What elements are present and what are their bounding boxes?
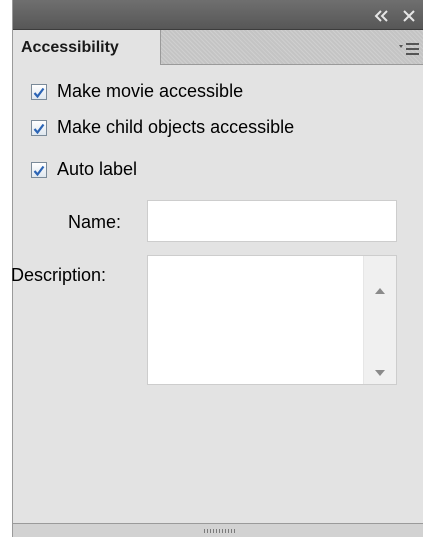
auto-label-label: Auto label — [57, 159, 138, 179]
panel-bottom-bar — [13, 523, 423, 537]
tab-accessibility[interactable]: Accessibility — [13, 30, 161, 65]
panel-menu-icon[interactable] — [398, 41, 420, 55]
description-scrollbar[interactable] — [363, 256, 396, 384]
panel-titlebar[interactable] — [13, 0, 423, 30]
panel-tabstrip: Accessibility — [13, 30, 423, 65]
check-mark-icon — [33, 87, 45, 99]
checkbox[interactable] — [31, 84, 47, 100]
check-mark-icon — [33, 165, 45, 177]
description-textarea[interactable] — [148, 256, 362, 384]
name-label: Name: — [68, 212, 122, 232]
tab-accessibility-label: Accessibility — [21, 39, 119, 56]
check-mark-icon — [33, 123, 45, 135]
make-movie-accessible-label: Make movie accessible — [57, 81, 244, 101]
make-child-objects-accessible-label: Make child objects accessible — [57, 117, 295, 137]
checkbox[interactable] — [31, 120, 47, 136]
scroll-up-icon[interactable] — [374, 280, 386, 294]
resize-grip-icon[interactable] — [204, 529, 236, 533]
description-label: Description: — [11, 265, 107, 285]
close-icon[interactable] — [402, 8, 416, 22]
accessibility-panel: Accessibility Make movie accessible Make… — [11, 0, 423, 537]
name-input[interactable] — [147, 200, 397, 242]
collapse-icon[interactable] — [374, 8, 390, 22]
description-field[interactable] — [147, 255, 397, 385]
scroll-down-icon[interactable] — [374, 362, 386, 376]
checkbox[interactable] — [31, 162, 47, 178]
